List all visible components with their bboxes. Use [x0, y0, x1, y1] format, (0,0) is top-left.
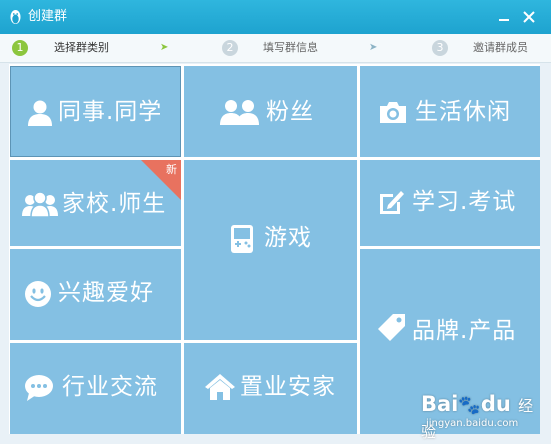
category-tile-industry[interactable]: 行业交流	[10, 343, 181, 434]
group-icon	[22, 191, 58, 217]
edit-icon	[380, 191, 404, 214]
watermark-url: jingyan.baidu.com	[426, 418, 519, 429]
category-label: 置业安家	[240, 374, 336, 400]
category-tile-leisure[interactable]: 生活休闲	[360, 66, 540, 157]
new-badge: 新	[166, 163, 177, 176]
camera-icon	[380, 102, 406, 123]
category-tile-games[interactable]: 游戏	[184, 160, 357, 340]
minimize-icon[interactable]	[494, 8, 514, 26]
step-2-label: 填写群信息	[263, 41, 318, 54]
category-tile-real-estate[interactable]: 置业安家	[184, 343, 357, 434]
category-board: 同事.同学 粉丝 生活休闲 家校.师生 新 游戏 学习.考试 兴趣爱好 品牌.产…	[9, 64, 540, 441]
watermark-brand: Bai	[421, 392, 459, 416]
category-label: 兴趣爱好	[58, 280, 154, 306]
category-tile-school[interactable]: 家校.师生 新	[10, 160, 181, 246]
category-tile-fans[interactable]: 粉丝	[184, 66, 357, 157]
smiley-icon	[25, 281, 51, 307]
step-arrow-icon: ➤	[160, 42, 169, 53]
step-2-number: 2	[222, 40, 238, 56]
step-1-label: 选择群类别	[54, 41, 109, 54]
step-arrow-icon: ➤	[369, 42, 378, 53]
gamepad-icon	[231, 225, 253, 253]
close-icon[interactable]	[519, 8, 539, 26]
person-icon	[28, 100, 52, 126]
step-1-number: 1	[12, 40, 28, 56]
baidu-paw-icon: 🐾	[458, 395, 481, 416]
qq-penguin-icon	[10, 10, 21, 24]
category-label: 同事.同学	[58, 99, 163, 125]
category-label: 品牌.产品	[412, 318, 517, 344]
step-bar: 1 选择群类别 ➤ 2 填写群信息 ➤ 3 邀请群成员	[0, 34, 551, 63]
category-label: 行业交流	[62, 374, 158, 400]
chat-bubble-icon	[25, 375, 53, 401]
house-icon	[205, 374, 235, 400]
title-bar[interactable]: 创建群	[0, 0, 551, 34]
category-label: 生活休闲	[415, 99, 511, 125]
category-tile-colleagues[interactable]: 同事.同学	[10, 66, 181, 157]
category-tile-study[interactable]: 学习.考试	[360, 160, 540, 246]
watermark-brand-2: du	[480, 392, 511, 416]
tag-icon	[378, 314, 405, 341]
window-title: 创建群	[28, 9, 68, 24]
category-label: 学习.考试	[412, 189, 517, 215]
category-tile-hobbies[interactable]: 兴趣爱好	[10, 249, 181, 340]
category-label: 游戏	[264, 225, 312, 251]
two-people-icon	[220, 100, 259, 125]
step-3-label: 邀请群成员	[473, 41, 528, 54]
step-3-number: 3	[432, 40, 448, 56]
category-label: 粉丝	[266, 99, 314, 125]
